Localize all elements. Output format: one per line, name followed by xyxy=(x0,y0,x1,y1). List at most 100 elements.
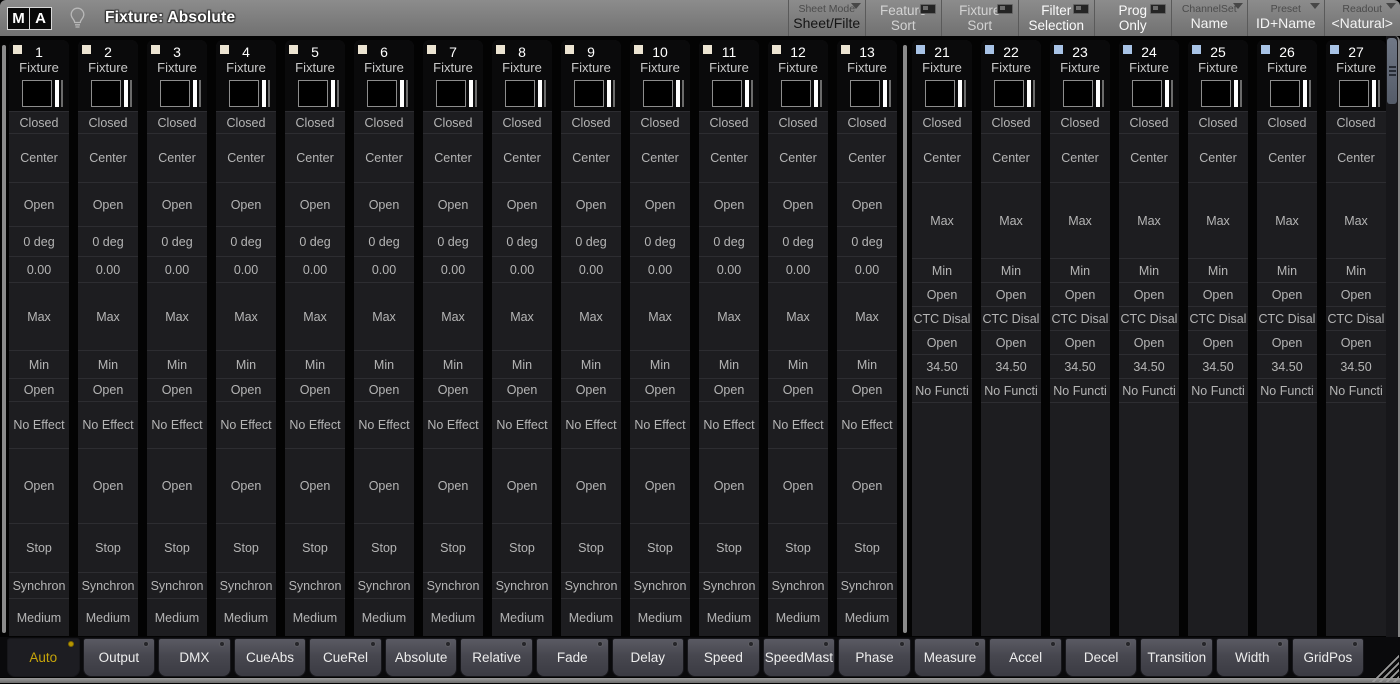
scrollbar-thumb[interactable] xyxy=(1387,38,1397,104)
fixture-header-9[interactable]: 9Fixture xyxy=(561,40,621,111)
attribute-cell[interactable]: Open xyxy=(1050,282,1110,306)
attribute-cell[interactable]: Open xyxy=(981,282,1041,306)
attribute-cell[interactable]: Center xyxy=(561,133,621,182)
tab-phase[interactable]: Phase xyxy=(838,638,911,677)
attribute-cell[interactable]: Closed xyxy=(912,111,972,133)
tab-transition[interactable]: Transition xyxy=(1140,638,1213,677)
attribute-cell[interactable]: No Effect xyxy=(216,401,276,448)
tab-speed[interactable]: Speed xyxy=(687,638,760,677)
attribute-cell[interactable]: No Effect xyxy=(285,401,345,448)
attribute-cell[interactable]: Open xyxy=(147,378,207,401)
tab-width[interactable]: Width xyxy=(1216,638,1289,677)
tab-output[interactable]: Output xyxy=(83,638,156,677)
vertical-scrollbar[interactable] xyxy=(1386,36,1400,637)
toggle-feature-sort-button[interactable]: FeatureSort xyxy=(865,0,942,36)
attribute-cell[interactable]: Stop xyxy=(285,523,345,572)
attribute-cell[interactable]: Stop xyxy=(9,523,69,572)
attribute-cell[interactable]: Synchron xyxy=(147,572,207,598)
tab-relative[interactable]: Relative xyxy=(460,638,533,677)
attribute-cell[interactable]: Stop xyxy=(423,523,483,572)
attribute-cell[interactable]: Medium xyxy=(630,598,690,636)
fixture-header-27[interactable]: 27Fixture xyxy=(1326,40,1386,111)
attribute-cell[interactable]: Open xyxy=(699,182,759,226)
attribute-cell[interactable]: Max xyxy=(699,282,759,350)
attribute-cell[interactable]: Closed xyxy=(1188,111,1248,133)
attribute-cell[interactable]: Open xyxy=(423,182,483,226)
attribute-cell[interactable]: Open xyxy=(768,182,828,226)
tab-dmx[interactable]: DMX xyxy=(158,638,231,677)
attribute-cell[interactable]: Open xyxy=(630,182,690,226)
attribute-cell[interactable]: 0 deg xyxy=(561,226,621,256)
attribute-cell[interactable]: Synchron xyxy=(423,572,483,598)
attribute-cell[interactable]: Min xyxy=(837,350,897,378)
attribute-cell[interactable]: Max xyxy=(912,182,972,258)
attribute-cell[interactable]: Open xyxy=(1050,330,1110,354)
attribute-cell[interactable]: Stop xyxy=(354,523,414,572)
attribute-cell[interactable]: Open xyxy=(912,330,972,354)
attribute-cell[interactable]: Max xyxy=(147,282,207,350)
attribute-cell[interactable]: 0.00 xyxy=(492,256,552,282)
attribute-cell[interactable]: Open xyxy=(147,448,207,523)
attribute-cell[interactable]: Open xyxy=(216,448,276,523)
attribute-cell[interactable]: Open xyxy=(285,448,345,523)
attribute-cell[interactable]: Open xyxy=(1257,330,1317,354)
attribute-cell[interactable]: No Effect xyxy=(768,401,828,448)
attribute-cell[interactable]: Min xyxy=(1119,258,1179,282)
attribute-cell[interactable]: Open xyxy=(561,182,621,226)
attribute-cell[interactable]: Open xyxy=(1119,330,1179,354)
fixture-header-25[interactable]: 25Fixture xyxy=(1188,40,1248,111)
attribute-cell[interactable]: 0.00 xyxy=(630,256,690,282)
attribute-cell[interactable]: Medium xyxy=(147,598,207,636)
attribute-cell[interactable]: Center xyxy=(492,133,552,182)
tab-fade[interactable]: Fade xyxy=(536,638,609,677)
attribute-cell[interactable]: Medium xyxy=(492,598,552,636)
attribute-cell[interactable]: Open xyxy=(216,182,276,226)
fixture-header-24[interactable]: 24Fixture xyxy=(1119,40,1179,111)
fixture-header-7[interactable]: 7Fixture xyxy=(423,40,483,111)
attribute-cell[interactable]: Closed xyxy=(423,111,483,133)
attribute-cell[interactable]: Stop xyxy=(492,523,552,572)
attribute-cell[interactable]: Min xyxy=(1326,258,1386,282)
attribute-cell[interactable]: CTC Disal xyxy=(1119,306,1179,330)
attribute-cell[interactable]: Min xyxy=(1188,258,1248,282)
attribute-cell[interactable]: 0 deg xyxy=(423,226,483,256)
toggle-prog-only-button[interactable]: ProgOnly xyxy=(1094,0,1171,36)
fixture-header-23[interactable]: 23Fixture xyxy=(1050,40,1110,111)
attribute-cell[interactable]: Closed xyxy=(1257,111,1317,133)
attribute-cell[interactable]: Max xyxy=(837,282,897,350)
attribute-cell[interactable]: Open xyxy=(285,182,345,226)
attribute-cell[interactable]: No Functi xyxy=(1188,378,1248,402)
attribute-cell[interactable]: Open xyxy=(78,378,138,401)
attribute-cell[interactable]: Open xyxy=(768,448,828,523)
attribute-cell[interactable]: Center xyxy=(1326,133,1386,182)
attribute-cell[interactable]: Open xyxy=(837,448,897,523)
attribute-cell[interactable]: Stop xyxy=(837,523,897,572)
attribute-cell[interactable]: Closed xyxy=(285,111,345,133)
attribute-cell[interactable]: CTC Disal xyxy=(1050,306,1110,330)
attribute-cell[interactable]: Open xyxy=(423,448,483,523)
attribute-cell[interactable]: Synchron xyxy=(78,572,138,598)
attribute-cell[interactable]: Open xyxy=(354,378,414,401)
attribute-cell[interactable]: CTC Disal xyxy=(1326,306,1386,330)
attribute-cell[interactable]: Closed xyxy=(981,111,1041,133)
attribute-cell[interactable]: Center xyxy=(354,133,414,182)
attribute-cell[interactable]: Open xyxy=(837,378,897,401)
attribute-cell[interactable]: Center xyxy=(147,133,207,182)
attribute-cell[interactable]: Open xyxy=(9,378,69,401)
attribute-cell[interactable]: CTC Disal xyxy=(1188,306,1248,330)
attribute-cell[interactable]: Open xyxy=(216,378,276,401)
attribute-cell[interactable]: 0.00 xyxy=(78,256,138,282)
attribute-cell[interactable]: Min xyxy=(1050,258,1110,282)
attribute-cell[interactable]: Closed xyxy=(1050,111,1110,133)
tab-measure[interactable]: Measure xyxy=(914,638,987,677)
fixture-header-6[interactable]: 6Fixture xyxy=(354,40,414,111)
attribute-cell[interactable]: Open xyxy=(1326,330,1386,354)
attribute-cell[interactable]: Center xyxy=(768,133,828,182)
attribute-cell[interactable]: 0 deg xyxy=(768,226,828,256)
attribute-cell[interactable]: No Effect xyxy=(354,401,414,448)
attribute-cell[interactable]: 34.50 xyxy=(1257,354,1317,378)
fixture-header-26[interactable]: 26Fixture xyxy=(1257,40,1317,111)
attribute-cell[interactable]: Center xyxy=(1188,133,1248,182)
attribute-cell[interactable]: 0 deg xyxy=(216,226,276,256)
attribute-cell[interactable]: Min xyxy=(630,350,690,378)
